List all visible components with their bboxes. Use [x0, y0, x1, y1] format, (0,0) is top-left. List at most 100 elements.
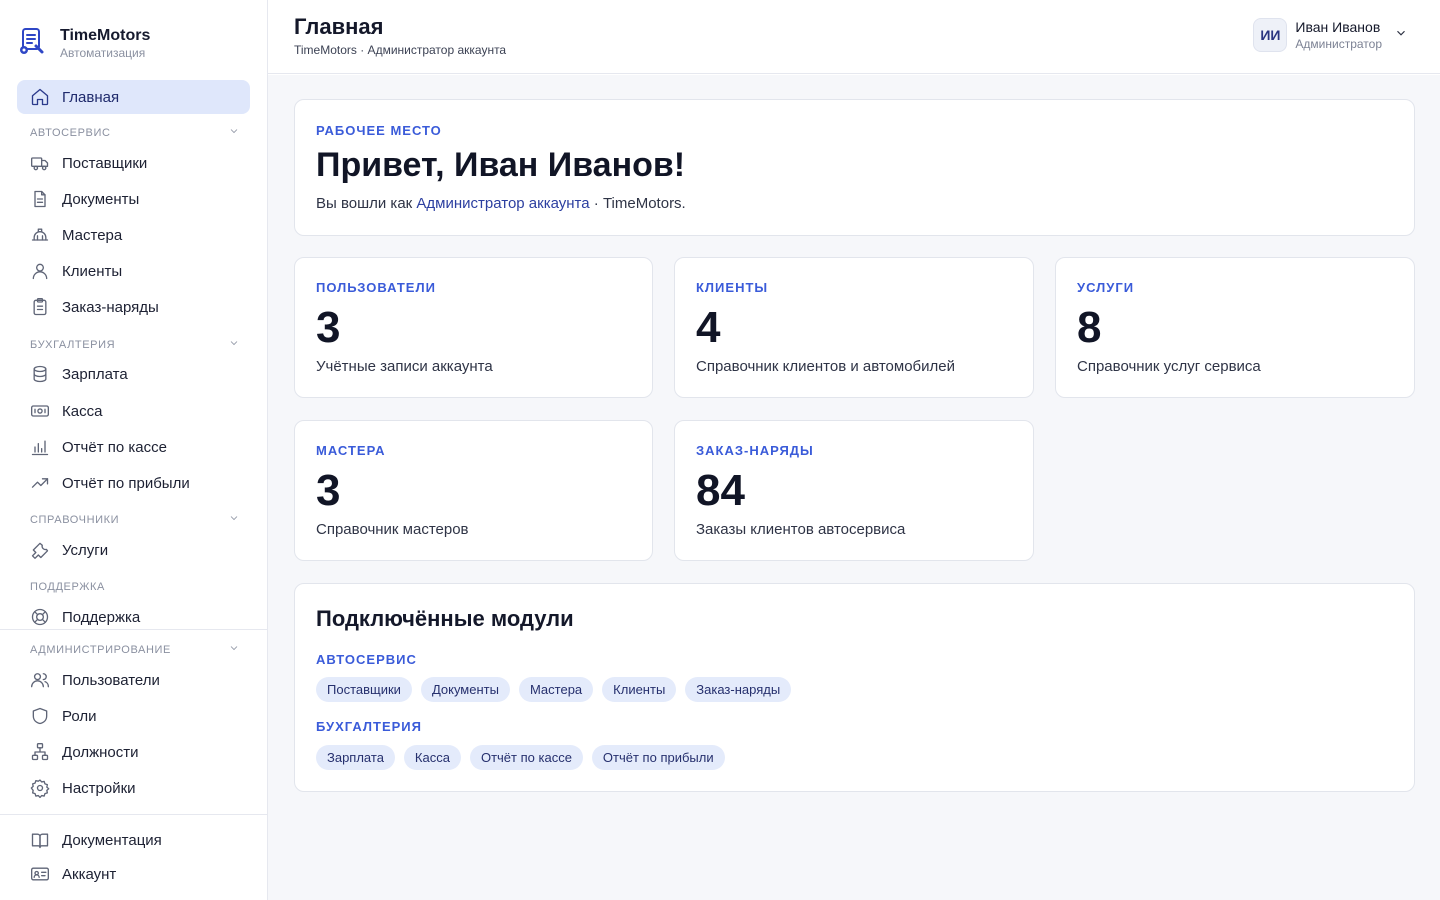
sidebar-item-label: Должности [62, 743, 139, 761]
sidebar-item-work-orders[interactable]: Заказ-наряды [17, 290, 250, 324]
coins-icon [30, 364, 50, 384]
stat-label: Мастера [316, 443, 386, 458]
sidebar-item-positions[interactable]: Должности [17, 735, 250, 769]
sidebar-item-clients[interactable]: Клиенты [17, 254, 250, 288]
sidebar-divider [0, 629, 268, 630]
sidebar-item-masters[interactable]: Мастера [17, 218, 250, 252]
user-name: Иван Иванов [1295, 19, 1381, 35]
banknote-icon [30, 401, 50, 421]
sidebar-item-label: Заказ-наряды [62, 298, 159, 316]
stat-card-work-orders[interactable]: Заказ-наряды 84 Заказы клиентов автосерв… [674, 420, 1034, 561]
sidebar-item-label: Клиенты [62, 262, 123, 280]
welcome-overline: Рабочее место [316, 123, 442, 138]
chevron-down-icon [228, 336, 240, 354]
welcome-text: Вы вошли как Администратор аккаунта · Ti… [316, 195, 686, 212]
sidebar-item-salary[interactable]: Зарплата [17, 357, 250, 391]
document-icon [30, 189, 50, 209]
stat-card-users[interactable]: Пользователи 3 Учётные записи аккаунта [294, 257, 653, 398]
main-content: Рабочее место Привет, Иван Иванов! Вы во… [268, 75, 1440, 900]
stat-card-masters[interactable]: Мастера 3 Справочник мастеров [294, 420, 653, 561]
sidebar-item-cashbox[interactable]: Касса [17, 394, 250, 428]
sidebar-item-label: Отчёт по прибыли [62, 474, 190, 492]
sidebar-item-label: Услуги [62, 541, 109, 559]
brand[interactable]: TimeMotors Автоматизация [18, 26, 150, 60]
gear-icon [30, 778, 50, 799]
module-chip[interactable]: Клиенты [602, 677, 677, 702]
sidebar-item-cash-report[interactable]: Отчёт по кассе [17, 430, 250, 464]
stat-value: 4 [696, 303, 721, 352]
stat-description: Справочник клиентов и автомобилей [696, 358, 955, 375]
stat-description: Учётные записи аккаунта [316, 358, 493, 375]
welcome-title: Привет, Иван Иванов! [316, 146, 686, 184]
stat-value: 84 [696, 466, 745, 515]
wrench-icon [30, 540, 50, 560]
sidebar-item-label: Касса [62, 402, 103, 420]
sidebar-item-label: Пользователи [62, 671, 160, 689]
stat-value: 3 [316, 303, 341, 352]
sidebar-item-label: Аккаунт [62, 865, 117, 883]
stat-description: Справочник мастеров [316, 521, 469, 538]
stat-description: Заказы клиентов автосервиса [696, 521, 906, 538]
trending-up-icon [30, 473, 50, 493]
chevron-down-icon [228, 641, 240, 659]
sidebar-item-home[interactable]: Главная [17, 80, 250, 114]
sidebar-item-label: Поставщики [62, 154, 148, 172]
role-link[interactable]: Администратор аккаунта [416, 195, 589, 212]
module-chip[interactable]: Документы [420, 677, 510, 702]
module-chip[interactable]: Мастера [518, 677, 594, 702]
section-label: Администрирование [30, 644, 171, 656]
modules-title: Подключённые модули [316, 606, 574, 631]
stat-label: Пользователи [316, 280, 436, 295]
book-icon [30, 830, 50, 850]
module-chips-accounting: Зарплата Касса Отчёт по кассе Отчёт по п… [316, 745, 725, 770]
brand-subtitle: Автоматизация [60, 46, 146, 60]
sidebar-item-suppliers[interactable]: Поставщики [17, 146, 250, 180]
sidebar-item-settings[interactable]: Настройки [17, 771, 250, 805]
stat-description: Справочник услуг сервиса [1077, 358, 1261, 375]
stat-card-services[interactable]: Услуги 8 Справочник услуг сервиса [1055, 257, 1415, 398]
clipboard-icon [30, 297, 50, 317]
sidebar-item-label: Отчёт по кассе [62, 438, 167, 456]
section-label: Автосервис [30, 127, 111, 139]
module-chips-autoservice: Поставщики Документы Мастера Клиенты Зак… [316, 677, 792, 702]
user-role: Администратор [1295, 37, 1382, 51]
sidebar-item-roles[interactable]: Роли [17, 699, 250, 733]
page-title: Главная [294, 14, 384, 39]
sidebar-item-label: Мастера [62, 226, 123, 244]
sidebar-item-documentation[interactable]: Документация [17, 823, 250, 857]
stat-card-clients[interactable]: Клиенты 4 Справочник клиентов и автомоби… [674, 257, 1034, 398]
section-administration[interactable]: Администрирование [30, 643, 240, 657]
section-support: Поддержка [30, 580, 240, 594]
sidebar-item-documents[interactable]: Документы [17, 182, 250, 216]
sidebar-item-label: Роли [62, 707, 97, 725]
module-chip[interactable]: Отчёт по прибыли [591, 745, 725, 770]
sidebar-item-users[interactable]: Пользователи [17, 663, 250, 697]
module-chip[interactable]: Поставщики [316, 677, 412, 702]
section-autoservice[interactable]: Автосервис [30, 126, 240, 140]
chevron-down-icon [228, 124, 240, 142]
sidebar-item-account[interactable]: Аккаунт [17, 857, 250, 891]
section-directories[interactable]: Справочники [30, 513, 240, 527]
chevron-down-icon [1394, 26, 1408, 45]
user-menu[interactable]: ИИ Иван Иванов Администратор [1253, 18, 1408, 52]
module-chip[interactable]: Заказ-наряды [685, 677, 792, 702]
welcome-text-prefix: Вы вошли как [316, 195, 417, 212]
sidebar-item-label: Зарплата [62, 365, 128, 383]
sidebar-item-services[interactable]: Услуги [17, 533, 250, 567]
section-accounting[interactable]: Бухгалтерия [30, 338, 240, 352]
section-label: Бухгалтерия [30, 339, 116, 351]
section-label: Поддержка [30, 581, 105, 593]
sidebar: TimeMotors Автоматизация Главная Автосер… [0, 0, 268, 900]
module-chip[interactable]: Касса [403, 745, 461, 770]
sidebar-item-label: Настройки [62, 779, 136, 797]
top-bar: Главная TimeMotors · Администратор аккау… [268, 0, 1440, 74]
module-chip[interactable]: Отчёт по кассе [469, 745, 583, 770]
sidebar-item-profit-report[interactable]: Отчёт по прибыли [17, 466, 250, 500]
sidebar-divider [0, 814, 268, 815]
home-icon [30, 87, 50, 107]
module-chip[interactable]: Зарплата [316, 745, 395, 770]
module-group-label: Автосервис [316, 652, 417, 667]
org-chart-icon [30, 742, 50, 762]
stat-value: 8 [1077, 303, 1102, 352]
stat-label: Заказ-наряды [696, 443, 814, 458]
